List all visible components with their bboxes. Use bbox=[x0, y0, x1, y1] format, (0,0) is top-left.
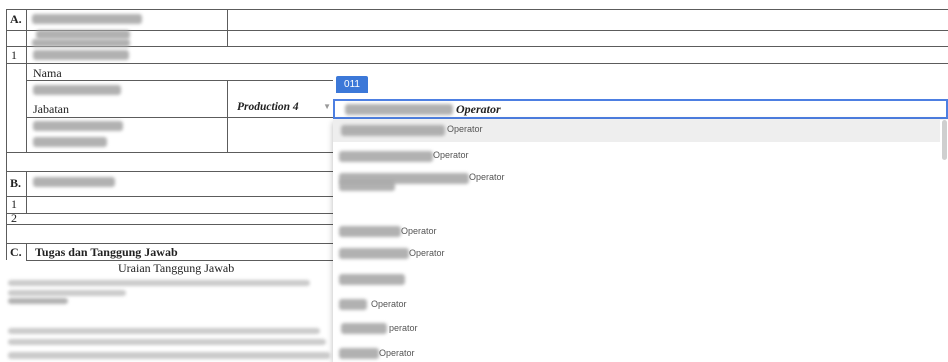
dropdown-option[interactable]: Operator bbox=[333, 146, 940, 168]
dropdown-option-label: Operator bbox=[371, 299, 407, 309]
redacted-text bbox=[339, 151, 433, 162]
redacted-text bbox=[8, 339, 326, 345]
redacted-text bbox=[8, 280, 310, 286]
dropdown-option-label: Operator bbox=[447, 124, 483, 134]
dropdown-option[interactable]: perator bbox=[333, 319, 940, 341]
redacted-text bbox=[33, 177, 115, 187]
dropdown-option-label: Operator bbox=[433, 150, 469, 160]
redacted-text bbox=[339, 299, 367, 310]
redacted-text bbox=[339, 348, 379, 359]
dropdown-scrollbar[interactable] bbox=[942, 120, 947, 160]
jabatan-dropdown-value: Production 4 bbox=[237, 101, 299, 113]
jabatan-dropdown-cell[interactable]: Production 4 ▼ bbox=[229, 100, 333, 117]
redacted-text bbox=[36, 30, 130, 39]
dropdown-option[interactable]: Operator bbox=[333, 244, 940, 266]
row-number: 1 bbox=[11, 48, 17, 62]
redacted-text bbox=[8, 298, 68, 304]
section-c-title: Tugas dan Tanggung Jawab bbox=[35, 245, 178, 259]
dropdown-option-label: perator bbox=[389, 323, 418, 333]
section-c-marker: C. bbox=[10, 245, 22, 259]
dropdown-option-label: Operator bbox=[401, 226, 437, 236]
dropdown-option-label: Operator bbox=[379, 348, 415, 358]
dropdown-option-label: Operator bbox=[409, 248, 445, 258]
redacted-text bbox=[339, 173, 469, 184]
dropdown-option[interactable]: Operator bbox=[333, 168, 940, 190]
cell-reference-tag: 011 bbox=[336, 76, 368, 93]
dropdown-option[interactable] bbox=[333, 270, 940, 292]
dropdown-option-label: Operator bbox=[469, 172, 505, 182]
cell-editor-input[interactable]: Operator bbox=[333, 99, 948, 119]
redacted-text bbox=[341, 323, 387, 334]
autocomplete-dropdown[interactable]: Operator Operator Operator Operator Oper… bbox=[333, 120, 948, 362]
redacted-text bbox=[8, 290, 126, 296]
redacted-text bbox=[339, 248, 409, 259]
redacted-text bbox=[339, 226, 401, 237]
section-a-marker: A. bbox=[10, 12, 22, 26]
redacted-text bbox=[345, 104, 453, 115]
cell-editor-value: Operator bbox=[456, 102, 501, 116]
dropdown-option[interactable]: Operator bbox=[333, 120, 940, 142]
dropdown-option[interactable]: Operator bbox=[333, 222, 940, 244]
row-number: 2 bbox=[11, 211, 17, 225]
redacted-text bbox=[33, 121, 123, 131]
redacted-text bbox=[33, 85, 121, 95]
redacted-text bbox=[33, 50, 129, 60]
redacted-text bbox=[32, 39, 130, 47]
nama-label: Nama bbox=[33, 66, 62, 80]
redacted-text bbox=[33, 137, 107, 147]
row-number: 1 bbox=[11, 197, 17, 211]
section-b-marker: B. bbox=[10, 176, 22, 190]
dropdown-option[interactable]: Operator bbox=[333, 295, 940, 317]
redacted-text bbox=[341, 125, 445, 136]
column-header: Uraian Tanggung Jawab bbox=[118, 261, 235, 275]
redacted-text bbox=[8, 352, 330, 359]
jabatan-label: Jabatan bbox=[33, 102, 69, 116]
redacted-text bbox=[32, 14, 142, 24]
dropdown-option[interactable]: Operator bbox=[333, 344, 940, 362]
chevron-down-icon[interactable]: ▼ bbox=[323, 102, 331, 111]
redacted-text bbox=[339, 274, 405, 285]
redacted-text bbox=[8, 328, 320, 334]
